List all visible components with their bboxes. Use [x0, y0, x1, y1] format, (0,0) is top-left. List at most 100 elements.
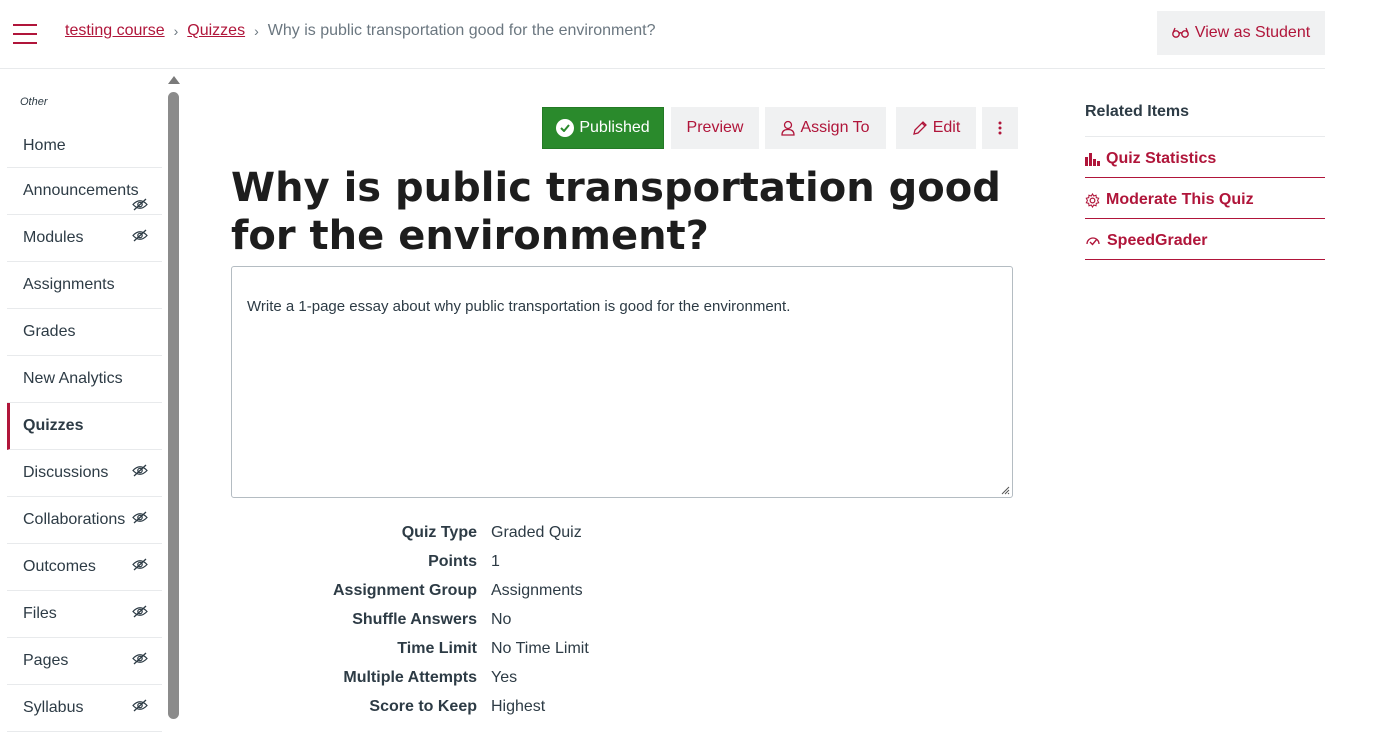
check-circle-icon	[556, 119, 575, 137]
chevron-right-icon: ›	[254, 23, 259, 39]
hamburger-line	[13, 24, 37, 26]
detail-label: Time Limit	[397, 639, 477, 657]
sidebar-item-files[interactable]: Files	[7, 591, 162, 638]
sidebar-item-label: Home	[23, 136, 66, 154]
hamburger-line	[13, 42, 37, 44]
sidebar-item-label: Files	[23, 605, 57, 622]
sidebar-item-modules[interactable]: Modules	[7, 215, 162, 262]
detail-value: No Time Limit	[491, 639, 589, 657]
related-items-panel: Related Items Quiz Statistics Moderate T…	[1085, 100, 1325, 260]
sidebar-item-syllabus[interactable]: Syllabus	[7, 685, 162, 732]
sidebar-item-quizzes[interactable]: Quizzes	[7, 403, 162, 450]
sidebar-item-assignments[interactable]: Assignments	[7, 262, 162, 309]
assign-to-button[interactable]: Assign To	[765, 107, 886, 149]
detail-label: Shuffle Answers	[352, 610, 477, 628]
sidebar-item-label: Quizzes	[23, 417, 84, 434]
sidebar-item-label: New Analytics	[23, 370, 123, 387]
detail-row-score-to-keep: Score to Keep Highest	[231, 692, 731, 721]
scrollbar-thumb[interactable]	[168, 92, 179, 719]
sidebar-item-label: Announcements	[23, 182, 139, 199]
assign-to-label: Assign To	[800, 119, 870, 136]
edit-button[interactable]: Edit	[896, 107, 976, 149]
menu-toggle-button[interactable]	[13, 24, 37, 44]
detail-value: Graded Quiz	[491, 523, 582, 541]
published-button[interactable]: Published	[542, 107, 664, 149]
detail-row-points: Points 1	[231, 547, 731, 576]
related-items-heading: Related Items	[1085, 100, 1325, 137]
sidebar-item-label: Pages	[23, 652, 69, 669]
speedgrader-link[interactable]: SpeedGrader	[1085, 219, 1325, 260]
eye-slash-icon	[132, 511, 148, 529]
detail-row-multiple-attempts: Multiple Attempts Yes	[231, 663, 731, 692]
scroll-up-arrow-icon[interactable]	[168, 76, 180, 84]
quiz-description: Write a 1-page essay about why public tr…	[231, 266, 1013, 498]
pencil-icon	[912, 121, 927, 135]
detail-value: Yes	[491, 668, 518, 686]
speedgrader-icon	[1086, 237, 1100, 246]
breadcrumb-course-link[interactable]: testing course	[65, 22, 165, 40]
sidebar-item-label: Modules	[23, 229, 84, 246]
detail-row-shuffle-answers: Shuffle Answers No	[231, 605, 731, 634]
description-text: Write a 1-page essay about why public tr…	[247, 298, 791, 315]
sidebar-item-outcomes[interactable]: Outcomes	[7, 544, 162, 591]
detail-label: Multiple Attempts	[343, 668, 477, 686]
sidebar-item-label: Grades	[23, 323, 76, 340]
nav-section-label: Other	[20, 96, 48, 108]
view-as-student-label: View as Student	[1194, 24, 1311, 41]
preview-label: Preview	[686, 119, 744, 136]
related-item-label: SpeedGrader	[1107, 232, 1208, 249]
detail-value: Assignments	[491, 581, 583, 599]
sidebar-item-label: Syllabus	[23, 699, 84, 716]
glasses-icon	[1171, 27, 1189, 38]
detail-label: Quiz Type	[401, 523, 477, 541]
preview-button[interactable]: Preview	[671, 107, 759, 149]
sidebar-item-home[interactable]: Home	[7, 124, 162, 168]
eye-slash-icon	[132, 699, 148, 717]
eye-slash-icon	[132, 558, 148, 576]
sidebar-item-label: Collaborations	[23, 511, 126, 528]
gear-icon	[1085, 192, 1100, 208]
chevron-right-icon: ›	[173, 23, 179, 39]
user-icon	[781, 120, 796, 136]
sidebar-item-grades[interactable]: Grades	[7, 309, 162, 356]
related-item-label: Moderate This Quiz	[1106, 191, 1254, 208]
detail-row-time-limit: Time Limit No Time Limit	[231, 634, 731, 663]
eye-slash-icon	[132, 198, 148, 216]
sidebar-item-pages[interactable]: Pages	[7, 638, 162, 685]
detail-value: Highest	[491, 697, 546, 715]
sidebar-item-new-analytics[interactable]: New Analytics	[7, 356, 162, 403]
detail-label: Score to Keep	[369, 697, 477, 715]
moderate-quiz-link[interactable]: Moderate This Quiz	[1085, 178, 1325, 219]
eye-slash-icon	[132, 464, 148, 482]
detail-value: 1	[491, 552, 500, 570]
more-options-button[interactable]	[982, 107, 1018, 149]
published-label: Published	[579, 119, 650, 136]
bar-chart-icon	[1085, 152, 1100, 166]
detail-value: No	[491, 610, 512, 628]
view-as-student-button[interactable]: View as Student	[1157, 11, 1325, 55]
related-item-label: Quiz Statistics	[1106, 150, 1217, 167]
quiz-toolbar: Published Preview Assign To Edit	[542, 107, 1018, 149]
hamburger-line	[13, 33, 37, 35]
detail-label: Points	[428, 552, 477, 570]
eye-slash-icon	[132, 652, 148, 670]
breadcrumb-current: Why is public transportation good for th…	[267, 22, 656, 39]
edit-label: Edit	[932, 119, 961, 136]
sidebar-item-announcements[interactable]: Announcements	[7, 168, 162, 215]
eye-slash-icon	[132, 605, 148, 623]
sidebar-item-discussions[interactable]: Discussions	[7, 450, 162, 497]
breadcrumb-quizzes-link[interactable]: Quizzes	[187, 22, 245, 40]
page-title: Why is public transportation good for th…	[231, 165, 1001, 259]
sidebar-scrollbar[interactable]	[167, 74, 181, 720]
eye-slash-icon	[132, 229, 148, 247]
detail-row-assignment-group: Assignment Group Assignments	[231, 576, 731, 605]
breadcrumb: testing course › Quizzes › Why is public…	[65, 22, 656, 40]
detail-row-quiz-type: Quiz Type Graded Quiz	[231, 518, 731, 547]
course-nav: Other Home Announcements Modules Assignm…	[7, 80, 162, 732]
vertical-ellipsis-icon	[998, 121, 1002, 135]
sidebar-item-collaborations[interactable]: Collaborations	[7, 497, 162, 544]
resize-handle-icon[interactable]	[1000, 485, 1010, 495]
quiz-statistics-link[interactable]: Quiz Statistics	[1085, 137, 1325, 178]
quiz-details: Quiz Type Graded Quiz Points 1 Assignment …	[231, 518, 731, 721]
sidebar-item-label: Outcomes	[23, 558, 96, 575]
